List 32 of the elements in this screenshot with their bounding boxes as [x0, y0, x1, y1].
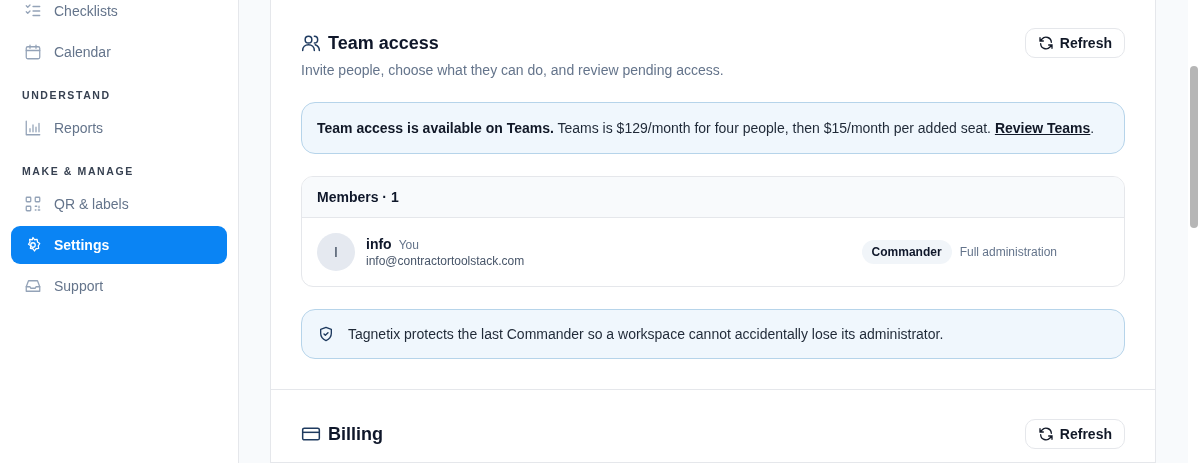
member-email: info@contractortoolstack.com — [366, 254, 526, 268]
sidebar-item[interactable]: Support — [11, 267, 227, 305]
inbox-icon — [24, 277, 42, 295]
bar-chart-icon — [24, 119, 42, 137]
sidebar-item[interactable]: Settings — [11, 226, 227, 264]
refresh-button[interactable]: Refresh — [1024, 28, 1125, 58]
sidebar-item[interactable]: QR & labels — [11, 185, 227, 223]
scrollbar[interactable] — [1188, 0, 1200, 463]
refresh-icon — [1037, 35, 1054, 51]
member-name: info — [366, 236, 392, 252]
calendar-icon — [24, 43, 42, 61]
shield-check-icon — [318, 326, 334, 342]
plan-notice-text: Team access is available on Teams. Teams is $129/month for four people, then $15/month per added seat. Review Teams. — [317, 120, 1095, 136]
member-tag: You — [398, 238, 419, 252]
members-heading: Members · 1 — [317, 189, 399, 205]
sidebar-section-heading: UNDERSTAND — [21, 88, 112, 103]
section-title: Billing — [328, 423, 383, 445]
sidebar-section-heading: MAKE & MANAGE — [21, 164, 135, 179]
role-description: Full administration — [959, 245, 1057, 259]
refresh-button[interactable]: Refresh — [1024, 419, 1125, 449]
section-title: Team access — [328, 32, 439, 54]
sidebar-item[interactable]: Calendar — [11, 33, 227, 71]
avatar: I — [317, 233, 355, 271]
sidebar-item[interactable]: Checklists — [11, 0, 227, 30]
section-description: Invite people, choose what they can do, and review pending access. — [301, 62, 725, 78]
sidebar-item[interactable]: Reports — [11, 109, 227, 147]
credit-card-icon — [301, 424, 321, 444]
qr-code-icon — [24, 195, 42, 213]
protection-notice-text: Tagnetix protects the last Commander so a workspace cannot accidentally lose its administrator. — [348, 326, 944, 342]
users-icon — [301, 33, 321, 53]
role-badge: Commander — [861, 240, 952, 264]
refresh-icon — [1037, 426, 1054, 442]
